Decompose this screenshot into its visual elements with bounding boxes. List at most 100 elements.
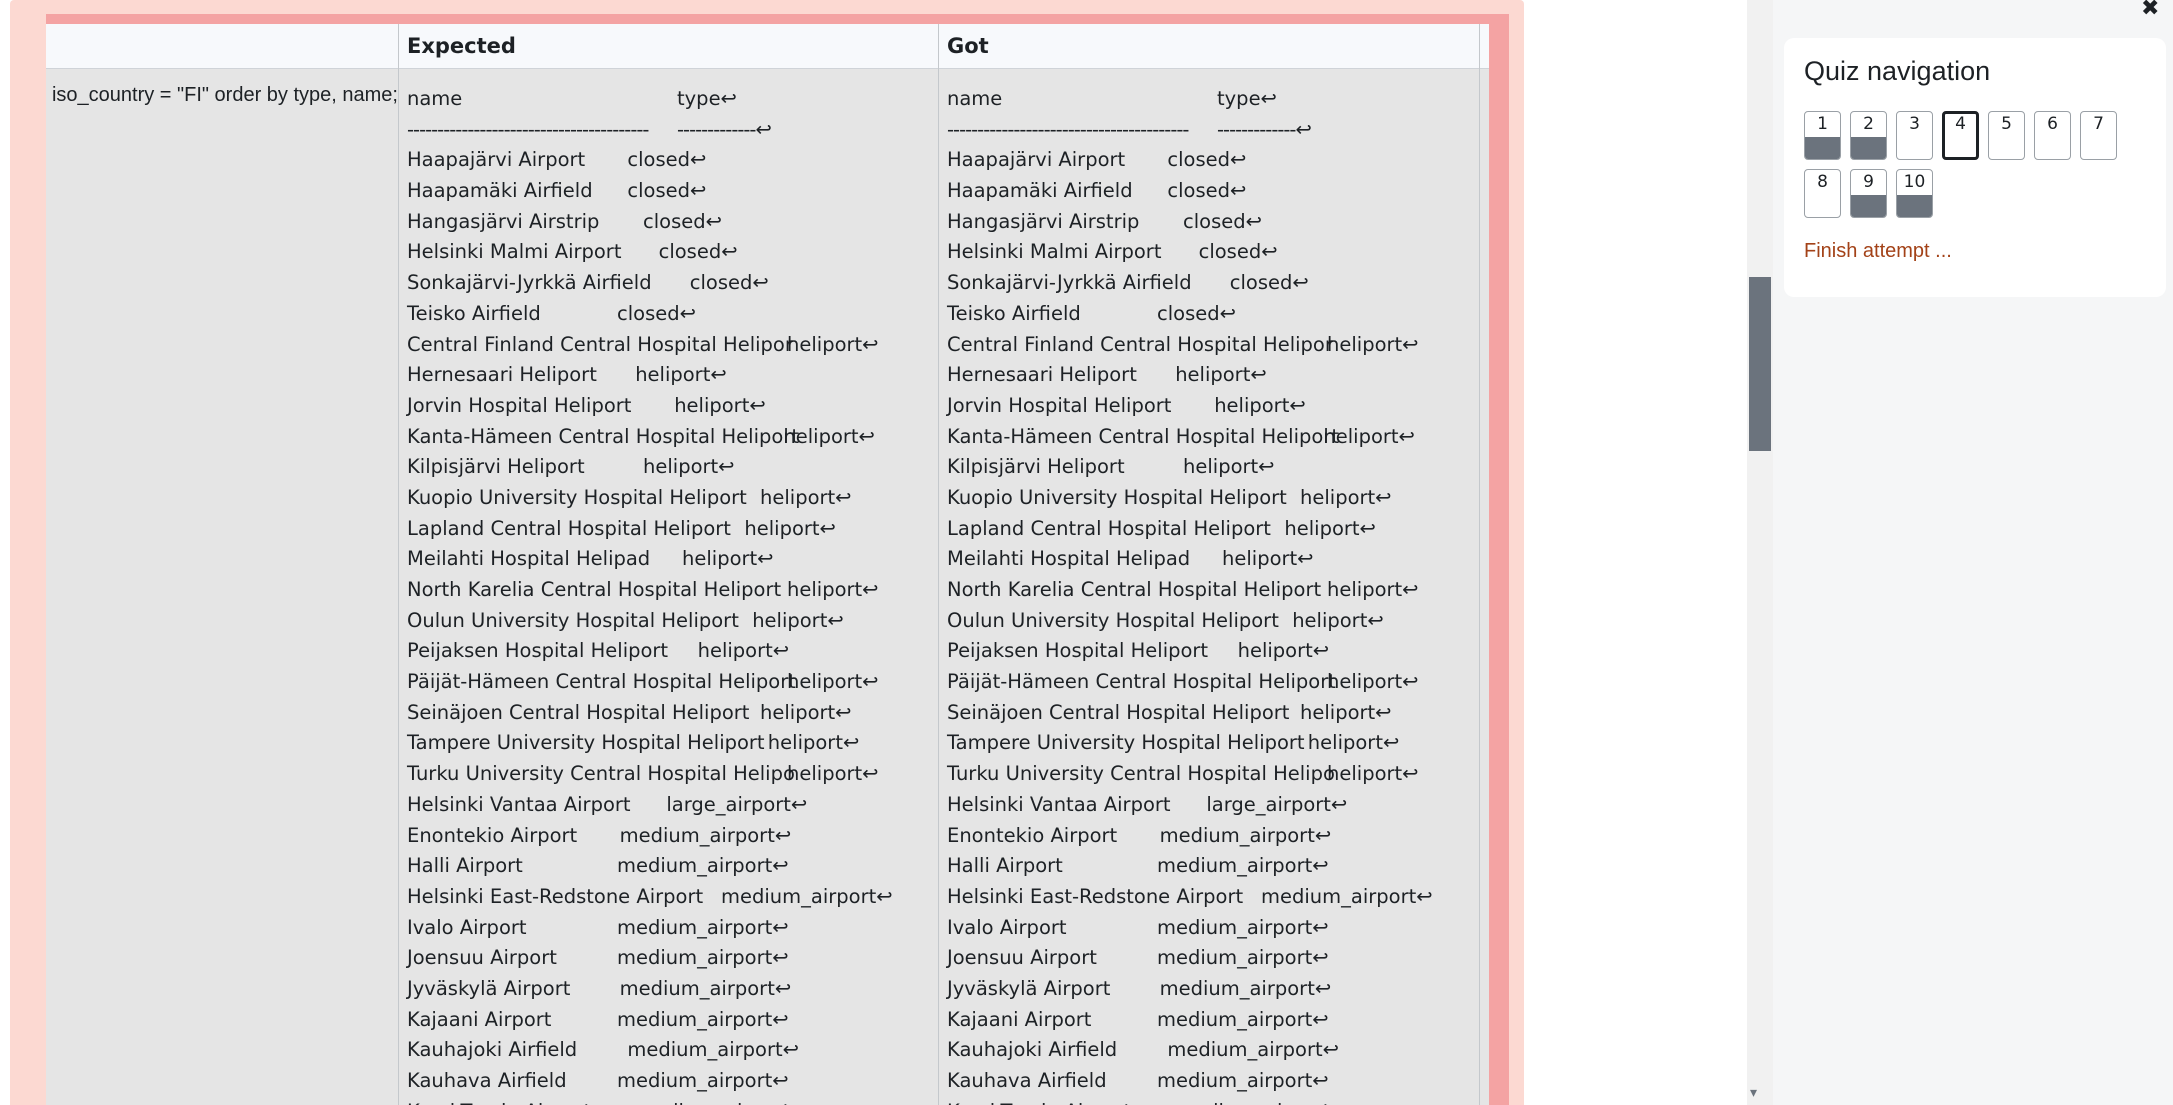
row-name-cell: Hernesaari Heliport xyxy=(947,363,1137,387)
got-output-row: Turku University Central Hospital Helipo… xyxy=(947,759,1477,790)
expected-output-row: Hernesaari Heliport heliport↩ xyxy=(407,360,937,391)
row-name-cell: Seinäjoen Central Hospital Heliport xyxy=(947,700,1290,724)
row-name-cell: Hernesaari Heliport xyxy=(407,363,597,387)
page-scrollbar[interactable] xyxy=(1747,0,1773,1105)
row-name-cell: North Karelia Central Hospital Heliport xyxy=(407,578,782,601)
row-name-cell: ---------------------------------------- xyxy=(947,117,1189,141)
expected-output-row: Helsinki Malmi Airport closed↩ xyxy=(407,237,937,268)
row-type-cell: heliport↩ xyxy=(674,393,766,417)
column-divider xyxy=(938,24,939,1105)
question-button-8[interactable]: 8 xyxy=(1804,169,1841,218)
got-output-row: North Karelia Central Hospital Heliport h… xyxy=(947,575,1477,606)
expected-output: name type↩ -------------------------------… xyxy=(407,84,937,1105)
row-name-cell: Helsinki East-Redstone Airport xyxy=(407,884,704,908)
got-output-row: Seinäjoen Central Hospital Heliport helip… xyxy=(947,698,1477,729)
row-name-cell: Central Finland Central Hospital Helipor xyxy=(947,332,1333,356)
row-name-cell: Meilahti Hospital Helipad xyxy=(407,547,651,571)
row-type-cell: heliport↩ xyxy=(767,731,860,755)
got-output: name type↩ -------------------------------… xyxy=(947,84,1477,1105)
row-name-cell: name xyxy=(407,87,463,110)
row-type-cell: medium_airport↩ xyxy=(1261,884,1433,908)
expected-output-row: Ivalo Airport medium_airport↩ xyxy=(407,913,937,944)
quiz-navigation-title: Quiz navigation xyxy=(1804,56,1991,86)
row-name-cell: North Karelia Central Hospital Heliport xyxy=(947,578,1322,601)
row-name-cell: Teisko Airfield xyxy=(407,301,541,325)
row-name-cell: Haapajärvi Airport xyxy=(407,148,586,172)
got-output-row: Kuopio University Hospital Heliport helip… xyxy=(947,483,1477,514)
row-name-cell: Meilahti Hospital Helipad xyxy=(947,547,1191,571)
row-type-cell: closed↩ xyxy=(689,271,769,295)
question-button-1[interactable]: 1 xyxy=(1804,111,1841,160)
row-type-cell: closed↩ xyxy=(1183,209,1262,233)
answered-indicator xyxy=(1805,137,1840,159)
scroll-down-arrow-icon[interactable]: ▾ xyxy=(1750,1086,1757,1100)
row-type-cell: medium_airport↩ xyxy=(619,823,792,847)
question-button-9[interactable]: 9 xyxy=(1850,169,1887,218)
question-button-3[interactable]: 3 xyxy=(1896,111,1933,160)
got-output-row: name type↩ xyxy=(947,84,1477,115)
question-button-7[interactable]: 7 xyxy=(2080,111,2117,160)
row-type-cell: heliport↩ xyxy=(787,762,879,786)
row-name-cell: Helsinki Malmi Airport xyxy=(947,240,1162,264)
finish-attempt-link[interactable]: Finish attempt ... xyxy=(1804,240,1952,263)
row-name-cell: Ivalo Airport xyxy=(407,915,527,939)
expected-output-row: Tampere University Hospital Heliport heli… xyxy=(407,728,937,759)
row-name-cell: Turku University Central Hospital Helipo xyxy=(407,762,795,786)
question-button-10[interactable]: 10 xyxy=(1896,169,1933,218)
question-number: 10 xyxy=(1903,172,1926,192)
question-number: 9 xyxy=(1863,172,1874,192)
row-type-cell: heliport↩ xyxy=(1222,547,1314,571)
row-type-cell: medium_airport↩ xyxy=(1157,915,1329,939)
expected-output-row: Kauhava Airfield medium_airport↩ xyxy=(407,1066,937,1097)
extra-column-header xyxy=(1480,24,1489,69)
expected-output-row: Kilpisjärvi Heliport heliport↩ xyxy=(407,452,937,483)
row-name-cell: Tampere University Hospital Heliport xyxy=(947,731,1305,755)
row-type-cell: medium_airport↩ xyxy=(617,1069,789,1092)
row-type-cell: closed↩ xyxy=(627,148,707,172)
row-type-cell: heliport↩ xyxy=(1214,393,1306,417)
expected-output-row: Päijät-Hämeen Central Hospital Heliport h… xyxy=(407,667,937,698)
close-drawer-icon[interactable]: ✖ xyxy=(2141,0,2159,20)
row-type-cell: closed↩ xyxy=(1229,271,1309,295)
got-output-row: Halli Airport medium_airport↩ xyxy=(947,851,1477,882)
row-type-cell: medium_airport↩ xyxy=(1159,823,1332,847)
question-button-4[interactable]: 4 xyxy=(1942,111,1979,160)
row-type-cell: medium_airport↩ xyxy=(617,946,789,970)
row-name-cell: Peijaksen Hospital Heliport xyxy=(407,639,669,663)
row-type-cell: medium_airport↩ xyxy=(721,884,893,908)
row-name-cell: Teisko Airfield xyxy=(947,301,1081,325)
expected-output-row: Central Finland Central Hospital Helipor… xyxy=(407,330,937,361)
row-name-cell: ---------------------------------------- xyxy=(407,117,649,141)
question-button-5[interactable]: 5 xyxy=(1988,111,2025,160)
expected-output-row: Sonkajärvi-Jyrkkä Airfield closed↩ xyxy=(407,268,937,299)
got-output-row: Jorvin Hospital Heliport heliport↩ xyxy=(947,391,1477,422)
row-name-cell: Hangasjärvi Airstrip xyxy=(947,209,1140,233)
row-type-cell: medium_airport↩ xyxy=(627,1038,799,1062)
row-name-cell: Helsinki Vantaa Airport xyxy=(947,792,1171,816)
row-name-cell: Kilpisjärvi Heliport xyxy=(947,455,1125,479)
expected-output-row: Haapajärvi Airport closed↩ xyxy=(407,145,937,176)
row-name-cell: Helsinki Malmi Airport xyxy=(407,240,622,264)
row-type-cell: type↩ xyxy=(677,87,737,110)
row-name-cell: Päijät-Hämeen Central Hospital Heliport xyxy=(947,670,1336,694)
question-number: 7 xyxy=(2093,114,2104,134)
question-number: 5 xyxy=(2001,114,2012,134)
expected-output-row: Kemi-Tornio Airport medium_airport↩ xyxy=(407,1097,937,1105)
row-type-cell: medium_airport↩ xyxy=(1157,1069,1329,1092)
question-button-6[interactable]: 6 xyxy=(2034,111,2071,160)
expected-output-row: Kajaani Airport medium_airport↩ xyxy=(407,1005,937,1036)
row-type-cell: type↩ xyxy=(1217,87,1277,110)
page-scrollbar-thumb[interactable] xyxy=(1749,277,1771,451)
expected-output-row: Jorvin Hospital Heliport heliport↩ xyxy=(407,391,937,422)
row-type-cell: heliport↩ xyxy=(752,608,844,632)
expected-output-row: Jyväskylä Airport medium_airport↩ xyxy=(407,974,937,1005)
row-name-cell: Oulun University Hospital Heliport xyxy=(947,608,1279,632)
row-name-cell: Lapland Central Hospital Heliport xyxy=(947,516,1271,540)
row-name-cell: Jyväskylä Airport xyxy=(947,976,1111,1000)
row-type-cell: closed↩ xyxy=(627,179,707,203)
row-type-cell: closed↩ xyxy=(1167,179,1247,203)
row-type-cell: medium_airport↩ xyxy=(1157,854,1329,878)
got-output-row: Tampere University Hospital Heliport heli… xyxy=(947,728,1477,759)
row-name-cell: Jorvin Hospital Heliport xyxy=(947,393,1172,417)
question-button-2[interactable]: 2 xyxy=(1850,111,1887,160)
